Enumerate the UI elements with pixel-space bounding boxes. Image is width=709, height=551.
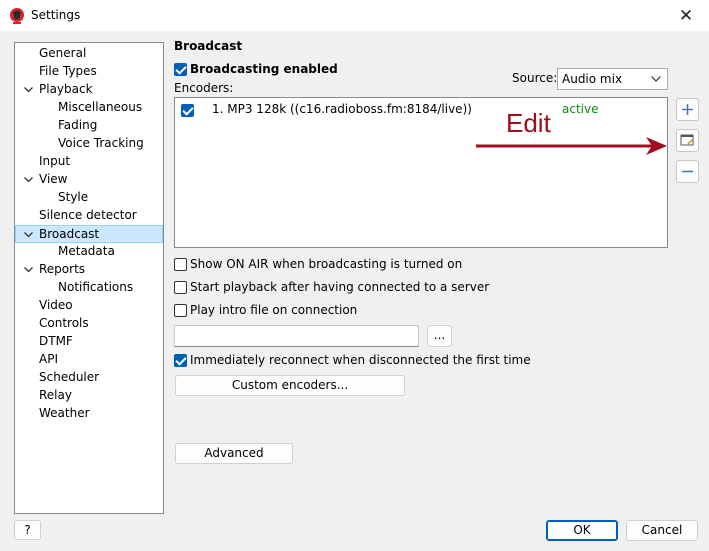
source-value: Audio mix <box>562 72 623 86</box>
edit-annotation-label: Edit <box>506 108 551 138</box>
close-button[interactable]: ✕ <box>663 0 709 31</box>
arrow-right-icon <box>476 137 667 155</box>
encoders-label: Encoders: <box>174 81 234 95</box>
plus-icon <box>682 104 693 115</box>
remove-encoder-button[interactable] <box>676 160 699 183</box>
start-playback-label: Start playback after having connected to… <box>190 280 490 294</box>
tree-item-file-types[interactable]: File Types <box>39 63 97 80</box>
intro-file-input[interactable] <box>174 325 419 347</box>
tree-item-api[interactable]: API <box>39 351 58 368</box>
source-select[interactable]: Audio mix <box>557 68 668 90</box>
tree-item-style[interactable]: Style <box>58 189 88 206</box>
tree-item-silence-detector[interactable]: Silence detector <box>39 207 137 224</box>
page-title: Broadcast <box>174 39 243 53</box>
cancel-button[interactable]: Cancel <box>626 520 698 541</box>
broadcasting-enabled-label: Broadcasting enabled <box>190 62 338 76</box>
tree-item-view[interactable]: View <box>39 171 67 188</box>
minus-icon <box>682 170 693 173</box>
custom-encoders-button[interactable]: Custom encoders... <box>175 375 405 396</box>
play-intro-label: Play intro file on connection <box>190 303 358 317</box>
tree-item-notifications[interactable]: Notifications <box>58 279 133 296</box>
ok-button[interactable]: OK <box>546 520 618 541</box>
show-on-air-label: Show ON AIR when broadcasting is turned … <box>190 257 463 271</box>
play-intro-checkbox[interactable] <box>174 304 187 317</box>
help-button[interactable]: ? <box>14 520 41 540</box>
tree-item-dtmf[interactable]: DTMF <box>39 333 73 350</box>
reconnect-checkbox[interactable] <box>174 354 187 367</box>
tree-item-metadata[interactable]: Metadata <box>58 243 115 260</box>
chevron-down-icon <box>23 226 33 243</box>
tree-item-relay[interactable]: Relay <box>39 387 72 404</box>
tree-item-input[interactable]: Input <box>39 153 70 170</box>
tree-item-miscellaneous[interactable]: Miscellaneous <box>58 99 142 116</box>
show-on-air-checkbox[interactable] <box>174 258 187 271</box>
tree-item-video[interactable]: Video <box>39 297 73 314</box>
settings-tree: General File Types Playback Miscellaneou… <box>14 42 164 514</box>
tree-item-reports[interactable]: Reports <box>39 261 85 278</box>
tree-item-scheduler[interactable]: Scheduler <box>39 369 99 386</box>
edit-encoder-button[interactable] <box>676 129 699 152</box>
add-encoder-button[interactable] <box>676 98 699 121</box>
start-playback-checkbox[interactable] <box>174 281 187 294</box>
encoder-status: active <box>562 102 599 116</box>
chevron-down-icon <box>651 76 661 82</box>
broadcasting-enabled-checkbox[interactable] <box>174 63 187 76</box>
tree-item-label: Broadcast <box>39 227 100 241</box>
tree-item-controls[interactable]: Controls <box>39 315 89 332</box>
encoder-checkbox[interactable] <box>181 104 194 117</box>
title-bar: Settings ✕ <box>0 0 709 31</box>
encoder-name[interactable]: 1. MP3 128k ((c16.radioboss.fm:8184/live… <box>212 102 472 116</box>
tree-item-weather[interactable]: Weather <box>39 405 90 422</box>
close-icon: ✕ <box>678 5 694 26</box>
reconnect-label: Immediately reconnect when disconnected … <box>190 353 531 367</box>
chevron-down-icon[interactable] <box>23 81 33 98</box>
advanced-button[interactable]: Advanced <box>175 443 293 464</box>
window-title: Settings <box>31 8 81 22</box>
app-logo-icon <box>10 8 24 24</box>
tree-item-fading[interactable]: Fading <box>58 117 97 134</box>
tree-item-broadcast[interactable]: Broadcast <box>15 225 163 243</box>
source-label: Source: <box>512 71 558 85</box>
chevron-down-icon[interactable] <box>23 171 33 188</box>
browse-button[interactable]: ... <box>427 325 452 347</box>
chevron-down-icon[interactable] <box>23 261 33 278</box>
tree-item-general[interactable]: General <box>39 45 86 62</box>
tree-item-playback[interactable]: Playback <box>39 81 93 98</box>
encoders-list[interactable]: 1. MP3 128k ((c16.radioboss.fm:8184/live… <box>174 97 668 248</box>
edit-icon <box>680 134 694 146</box>
tree-item-voice-tracking[interactable]: Voice Tracking <box>58 135 144 152</box>
